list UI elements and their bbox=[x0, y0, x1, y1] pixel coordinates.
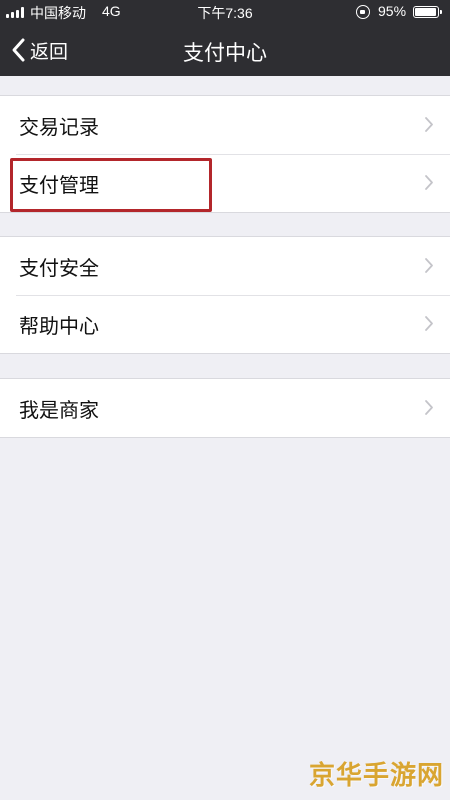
chevron-right-icon bbox=[425, 316, 433, 331]
watermark: 京华手游网 bbox=[308, 761, 444, 791]
menu-item-label: 支付安全 bbox=[19, 256, 99, 280]
menu-group-2: 支付安全 帮助中心 bbox=[0, 236, 450, 354]
battery-percentage: 95% bbox=[378, 3, 407, 19]
navigation-bar: 返回 支付中心 bbox=[0, 24, 450, 76]
menu-item-label: 帮助中心 bbox=[19, 314, 99, 338]
chevron-right-icon bbox=[425, 400, 433, 415]
status-bar: 中国移动 4G 下午7:36 95% bbox=[0, 0, 450, 24]
menu-item-payment-security[interactable]: 支付安全 bbox=[0, 237, 450, 295]
menu-item-label: 我是商家 bbox=[19, 398, 99, 422]
menu-item-help-center[interactable]: 帮助中心 bbox=[0, 295, 450, 353]
rotation-lock-icon bbox=[356, 5, 370, 19]
chevron-right-icon bbox=[425, 117, 433, 132]
battery-icon bbox=[413, 6, 442, 18]
menu-item-transaction-records[interactable]: 交易记录 bbox=[0, 96, 450, 154]
highlight-annotation-box bbox=[10, 158, 212, 212]
menu-item-label: 交易记录 bbox=[19, 115, 99, 139]
chevron-right-icon bbox=[425, 175, 433, 190]
menu-group-3: 我是商家 bbox=[0, 378, 450, 438]
menu-item-merchant[interactable]: 我是商家 bbox=[0, 379, 450, 437]
chevron-right-icon bbox=[425, 258, 433, 273]
page-title: 支付中心 bbox=[183, 41, 267, 65]
